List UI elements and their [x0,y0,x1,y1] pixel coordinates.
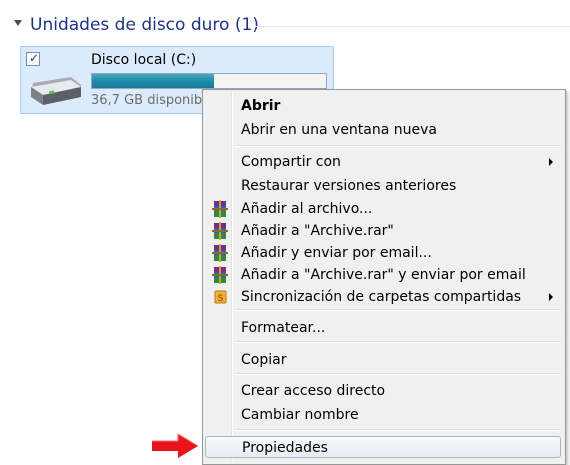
menu-item-label: Sincronización de carpetas compartidas [241,289,522,305]
collapse-arrow-icon[interactable] [14,20,22,26]
menu-item-label: Copiar [241,352,287,368]
winrar-icon [212,244,228,262]
menu-item-label: Compartir con [241,154,341,170]
group-title: Unidades de disco duro (1) [30,15,259,35]
menu-item-copiar[interactable]: Copiar [205,349,561,371]
menu-item-label: Propiedades [242,440,328,456]
red-arrow-icon [152,433,199,458]
menu-item-label: Cambiar nombre [241,407,359,423]
menu-item-propiedades[interactable]: Propiedades [205,436,561,458]
menu-item-label: Restaurar versiones anteriores [241,178,457,194]
menu-item-cambiar-nombre[interactable]: Cambiar nombre [205,404,561,426]
menu-item-label: Añadir al archivo... [241,201,373,217]
menu-item-abrir-en-una-ventana-nueva[interactable]: Abrir en una ventana nueva [205,119,561,141]
menu-item-anadir-al-archivo[interactable]: Añadir al archivo... [205,198,561,220]
winrar-icon [212,200,228,218]
group-divider [255,26,570,27]
menu-separator [235,341,561,343]
menu-item-sincronizacion-de-carpetas-compartidas[interactable]: S Sincronización de carpetas compartidas [205,286,561,308]
menu-item-compartir-con[interactable]: Compartir con [205,151,561,173]
menu-separator [235,429,561,431]
drive-free-space: 36,7 GB disponibles [91,93,206,108]
menu-item-label: Añadir a "Archive.rar" [241,223,394,239]
winrar-icon [212,266,228,284]
menu-item-anadir-y-enviar-por-email[interactable]: Añadir y enviar por email... [205,242,561,264]
drive-name: Disco local (C:) [91,52,197,68]
drive-checkbox[interactable]: ✓ [26,51,40,66]
group-header[interactable]: Unidades de disco duro (1) [0,0,570,40]
menu-item-formatear[interactable]: Formatear... [205,317,561,339]
hard-drive-icon [31,77,81,105]
menu-separator [235,373,561,375]
checkmark-icon: ✓ [29,51,40,65]
submenu-arrow-icon [549,158,553,166]
menu-separator [235,309,561,311]
menu-item-label: Añadir a "Archive.rar" y enviar por emai… [241,267,526,283]
menu-item-label: Abrir en una ventana nueva [241,122,437,138]
submenu-arrow-icon [549,293,553,301]
drive-usage-fill [92,74,214,88]
sync-icon: S [214,290,227,304]
context-menu: Abrir Abrir en una ventana nueva Compartir… [202,89,566,465]
svg-text:S: S [218,294,224,304]
menu-item-label: Abrir [241,98,281,114]
menu-item-crear-acceso-directo[interactable]: Crear acceso directo [205,380,561,402]
menu-separator [235,145,561,147]
menu-item-abrir[interactable]: Abrir [205,95,561,117]
menu-item-label: Crear acceso directo [241,383,386,399]
menu-item-anadir-a-archive-rar[interactable]: Añadir a "Archive.rar" [205,220,561,242]
menu-item-label: Formatear... [241,320,326,336]
winrar-icon [212,222,228,240]
menu-item-anadir-a-archive-rar-y-enviar-por-email[interactable]: Añadir a "Archive.rar" y enviar por emai… [205,264,561,286]
menu-item-restaurar-versiones-anteriores[interactable]: Restaurar versiones anteriores [205,175,561,197]
menu-item-label: Añadir y enviar por email... [241,245,432,261]
drive-usage-bar [91,73,327,89]
